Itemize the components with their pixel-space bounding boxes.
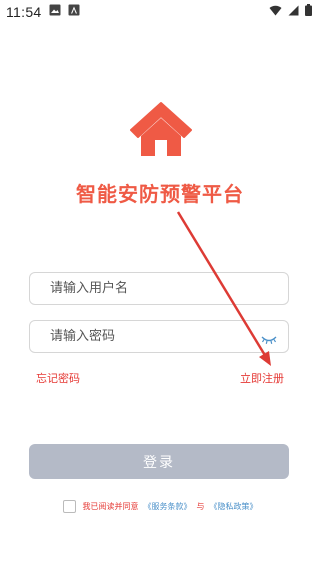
app-title: 智能安防预警平台 — [76, 182, 244, 206]
home-icon — [129, 100, 193, 158]
image-icon — [49, 4, 61, 20]
username-input[interactable] — [48, 280, 252, 297]
password-field[interactable] — [29, 320, 289, 353]
password-input[interactable] — [48, 328, 252, 345]
privacy-link[interactable]: 《隐私政策》 — [210, 501, 258, 512]
register-link[interactable]: 立即注册 — [240, 370, 284, 386]
eye-closed-icon[interactable] — [261, 331, 277, 344]
login-button[interactable]: 登录 — [29, 444, 289, 479]
signal-icon — [288, 5, 299, 20]
forgot-password-link[interactable]: 忘记密码 — [36, 370, 80, 386]
agreement-checkbox[interactable] — [62, 500, 76, 513]
status-time: 11:54 — [6, 4, 42, 20]
username-field[interactable] — [29, 272, 289, 305]
battery-icon — [305, 4, 312, 20]
terms-link[interactable]: 《服务条款》 — [144, 501, 192, 512]
agreement-and: 与 — [196, 502, 205, 511]
agreement-row: 我已阅读并同意 《服务条款》 与 《隐私政策》 — [0, 500, 320, 513]
store-icon — [68, 4, 80, 20]
status-bar: 11:54 — [0, 0, 320, 24]
status-right — [269, 4, 312, 20]
status-left: 11:54 — [6, 4, 80, 20]
wifi-icon — [269, 5, 282, 20]
agreement-prefix: 我已阅读并同意 — [82, 502, 139, 511]
